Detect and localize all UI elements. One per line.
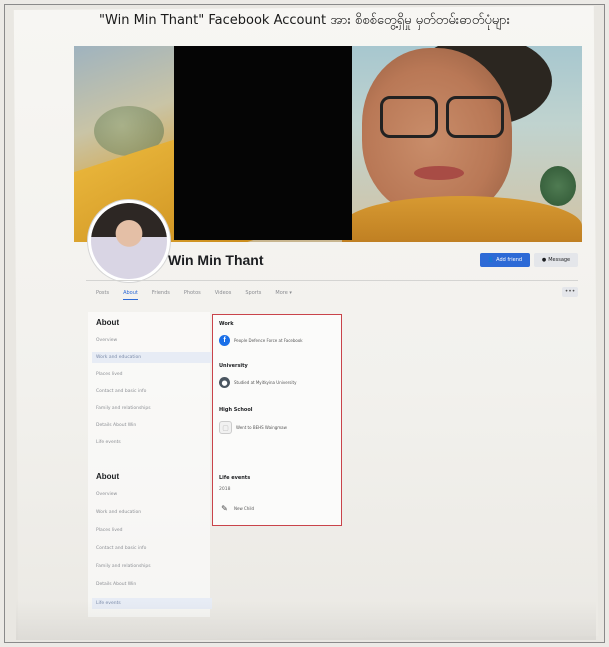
- university-icon: ●: [219, 377, 230, 388]
- sidebar-item-places[interactable]: Places lived: [96, 528, 123, 533]
- university-text: Studied at Myitkyina University: [234, 380, 297, 385]
- sidebar-item-family[interactable]: Family and relationships: [96, 406, 151, 411]
- work-heading: Work: [219, 321, 234, 327]
- sidebar-item-details[interactable]: Details About Win: [96, 423, 136, 428]
- work-text: People Defence Force at Facebook: [234, 338, 303, 343]
- tab-friends[interactable]: Friends: [152, 290, 170, 300]
- cover-right-image: [342, 46, 582, 242]
- work-row[interactable]: f People Defence Force at Facebook: [219, 335, 303, 346]
- university-heading: University: [219, 363, 248, 369]
- about-heading-2: About: [96, 472, 120, 481]
- sidebar-item-contact[interactable]: Contact and basic info: [96, 389, 146, 394]
- more-options-button[interactable]: •••: [562, 287, 578, 297]
- page-shadow: [16, 600, 596, 640]
- page-caption: "Win Min Thant" Facebook Account အား စိစ…: [99, 13, 510, 28]
- highschool-text: Went to BEHS Waingmaw: [236, 425, 287, 430]
- life-event-year: 2018: [219, 487, 231, 492]
- tab-posts[interactable]: Posts: [96, 290, 109, 300]
- lips-shape: [414, 166, 464, 180]
- about-sidebar: About Overview Work and education Places…: [88, 312, 212, 617]
- tab-videos[interactable]: Videos: [215, 290, 232, 300]
- glasses-right-lens: [446, 96, 504, 138]
- sidebar-item-details[interactable]: Details About Win: [96, 582, 136, 587]
- add-friend-label: Add friend: [496, 257, 523, 263]
- caption-area: "Win Min Thant" Facebook Account အား စိစ…: [0, 0, 609, 40]
- highschool-heading: High School: [219, 407, 253, 413]
- facebook-icon: f: [219, 335, 230, 346]
- sidebar-item-work-education[interactable]: Work and education: [96, 510, 141, 515]
- university-row[interactable]: ● Studied at Myitkyina University: [219, 377, 296, 388]
- profile-name: Win Min Thant: [168, 252, 264, 268]
- face-shape: [362, 48, 512, 216]
- about-heading-1: About: [96, 318, 120, 327]
- tab-photos[interactable]: Photos: [184, 290, 201, 300]
- redaction-block: [174, 46, 352, 240]
- profile-avatar[interactable]: [88, 200, 170, 282]
- add-friend-button[interactable]: 👤 Add friend: [480, 253, 530, 267]
- life-event-icon: ✎: [221, 504, 228, 513]
- sidebar-item-contact[interactable]: Contact and basic info: [96, 546, 146, 551]
- avatar-image: [91, 203, 167, 279]
- tab-more[interactable]: More ▾: [275, 290, 292, 300]
- header-divider: [86, 280, 578, 281]
- add-friend-icon: 👤: [487, 257, 495, 263]
- life-event-text: New Child: [234, 506, 255, 511]
- sidebar-item-life-events[interactable]: Life events: [96, 440, 121, 445]
- sidebar-item-overview[interactable]: Overview: [96, 492, 117, 497]
- sidebar-item-places[interactable]: Places lived: [96, 372, 123, 377]
- glasses-left-lens: [380, 96, 438, 138]
- profile-tabs: Posts About Friends Photos Videos Sports…: [96, 290, 292, 300]
- sidebar-item-work-education[interactable]: Work and education: [92, 352, 212, 363]
- life-event-row[interactable]: ✎ New Child: [219, 503, 254, 514]
- shirt-shape: [342, 196, 582, 242]
- message-label: Message: [548, 257, 571, 263]
- messenger-icon: ●: [541, 257, 547, 263]
- sidebar-item-overview[interactable]: Overview: [96, 338, 117, 343]
- school-icon: ▢: [219, 421, 232, 434]
- tree-shape: [540, 166, 576, 206]
- tab-sports[interactable]: Sports: [245, 290, 261, 300]
- highschool-row[interactable]: ▢ Went to BEHS Waingmaw: [219, 421, 287, 434]
- tab-about[interactable]: About: [123, 290, 138, 300]
- message-button[interactable]: ● Message: [534, 253, 578, 267]
- life-events-heading: Life events: [219, 475, 251, 481]
- sidebar-item-family[interactable]: Family and relationships: [96, 564, 151, 569]
- about-details-card: Work f People Defence Force at Facebook …: [212, 314, 342, 526]
